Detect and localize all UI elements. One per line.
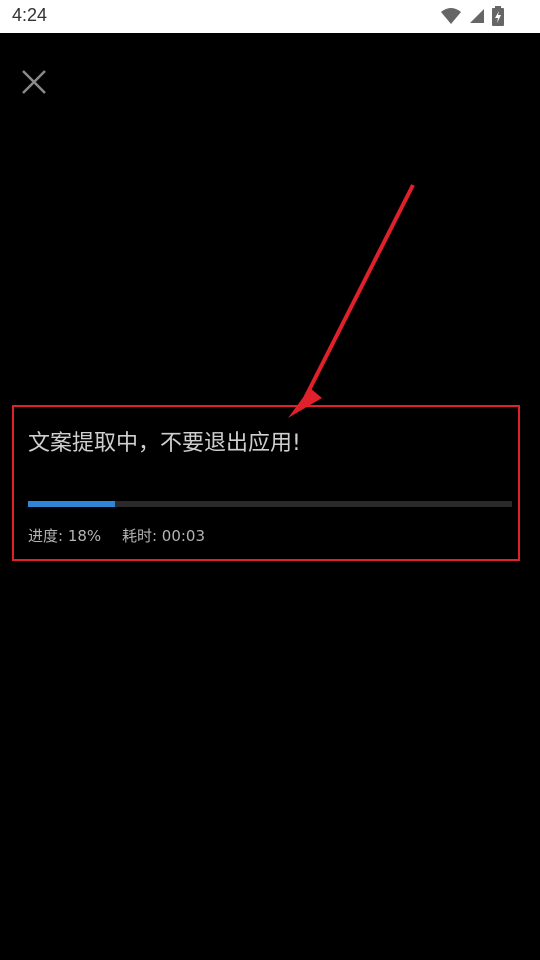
- elapsed-label: 耗时: 00:03: [121, 527, 206, 545]
- close-button[interactable]: [18, 66, 50, 98]
- progress-panel: 文案提取中，不要退出应用! 进度: 18% 耗时: 00:03: [12, 405, 520, 561]
- app-screen: 文案提取中，不要退出应用! 进度: 18% 耗时: 00:03: [0, 33, 540, 960]
- signal-icon: [470, 9, 484, 23]
- close-icon: [22, 70, 46, 94]
- annotation-arrow: [288, 184, 415, 418]
- status-bar: 4:24: [0, 0, 540, 33]
- progress-label: 进度: 18%: [28, 527, 102, 545]
- progress-meta: 进度: 18% 耗时: 00:03: [28, 525, 221, 546]
- wifi-icon: [441, 8, 461, 24]
- progress-bar-fill: [28, 501, 116, 507]
- status-icons: [440, 6, 504, 26]
- status-time: 4:24: [12, 5, 48, 25]
- battery-icon: [492, 6, 504, 26]
- progress-title: 文案提取中，不要退出应用!: [28, 431, 301, 456]
- progress-bar: [28, 501, 512, 507]
